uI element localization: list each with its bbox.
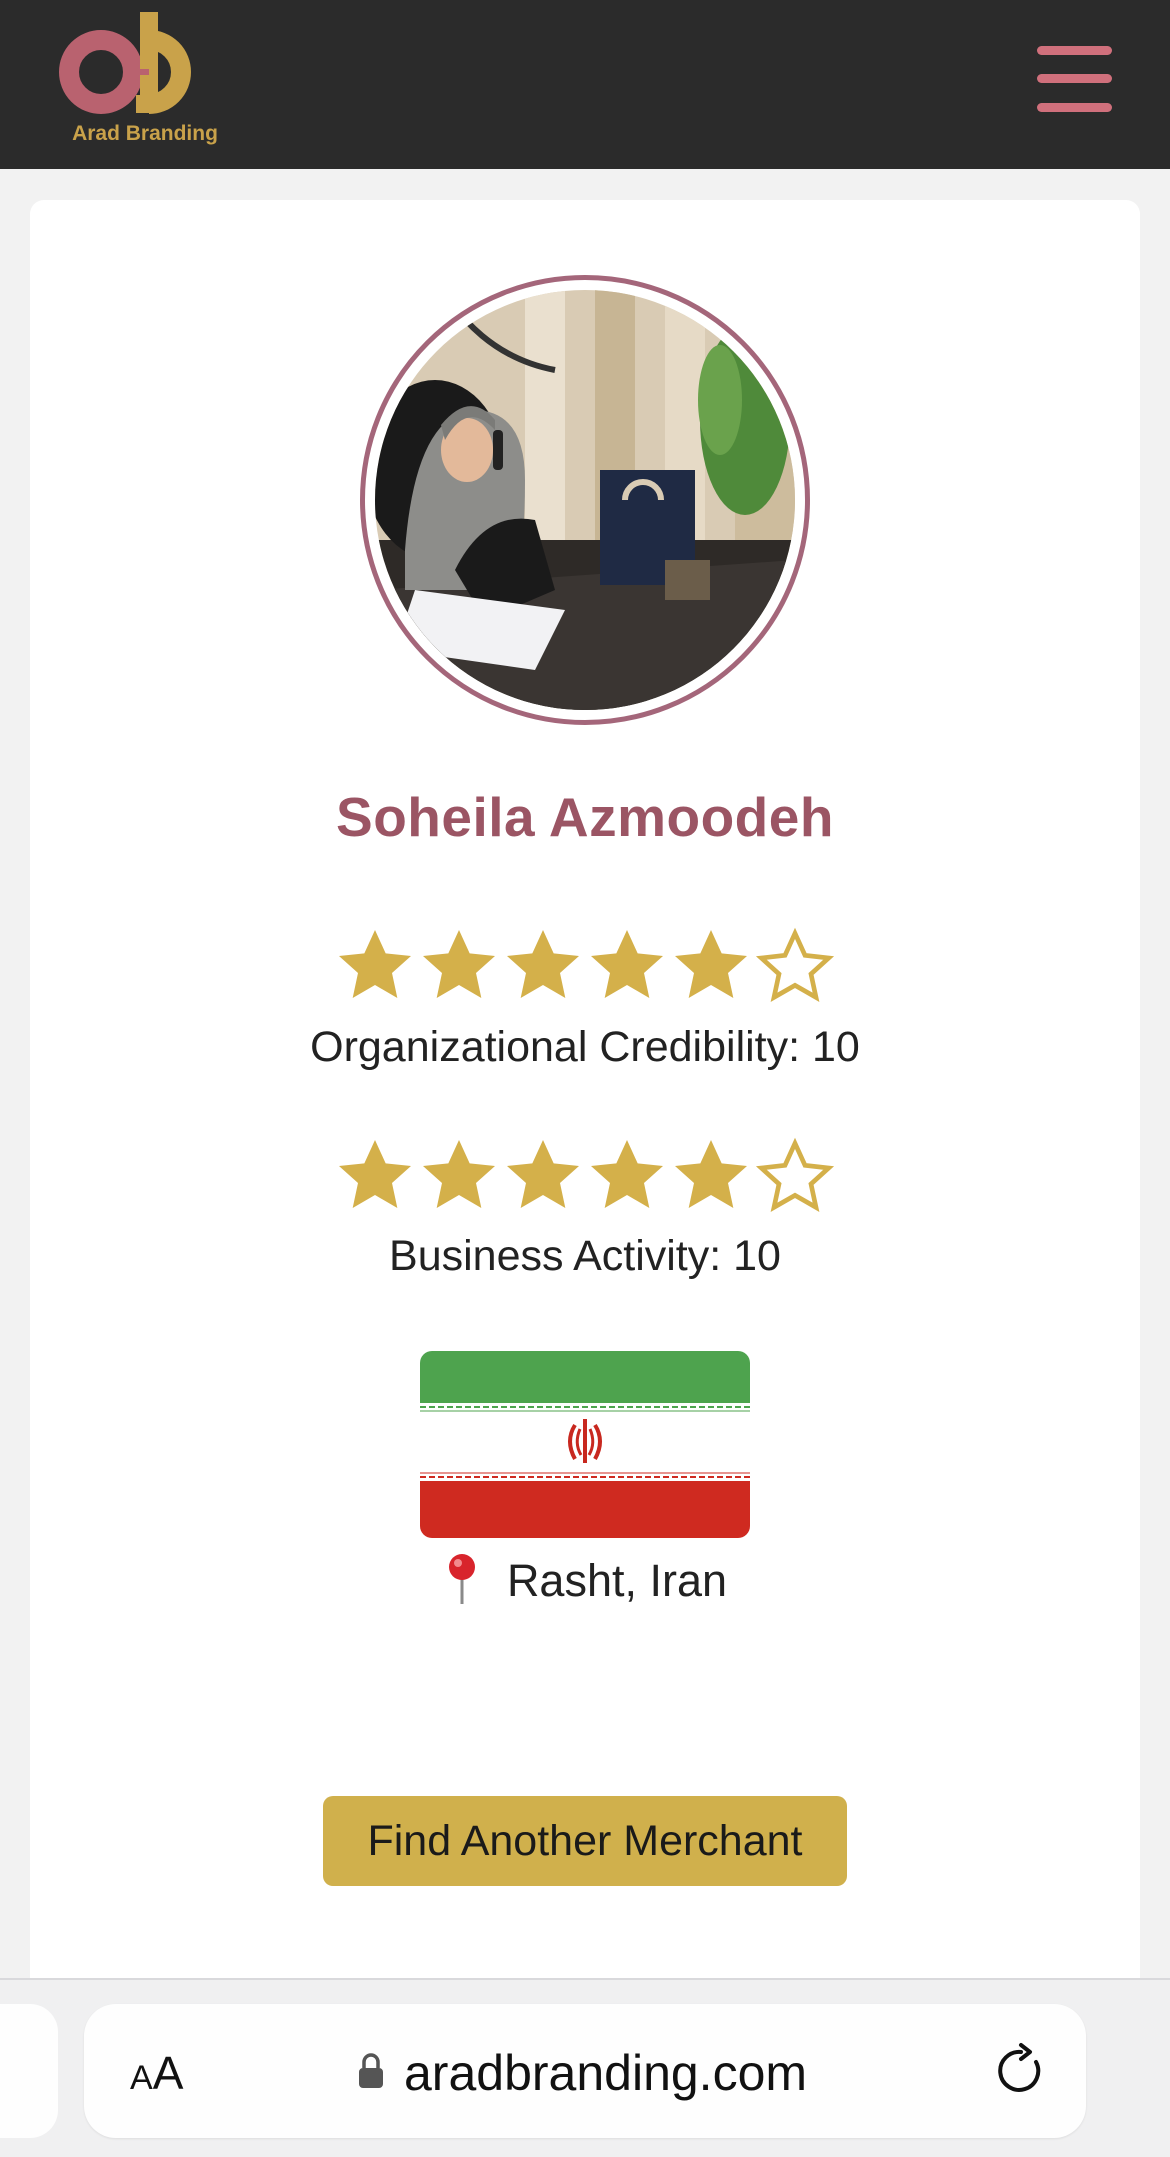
lock-icon xyxy=(359,2053,383,2088)
merchant-profile-card: Soheila Azmoodeh Organizational Credibil… xyxy=(30,200,1140,2000)
merchant-location: Rasht, Iran xyxy=(30,1552,1140,1607)
logo-text: Arad Branding xyxy=(72,122,218,145)
text-size-button[interactable]: AA xyxy=(130,2046,183,2100)
url-field[interactable]: AA aradbranding.com xyxy=(84,2004,1086,2138)
star-filled-icon xyxy=(423,1140,495,1208)
star-filled-icon xyxy=(423,930,495,998)
star-filled-icon xyxy=(507,1140,579,1208)
star-filled-icon xyxy=(339,930,411,998)
organizational-credibility-stars xyxy=(30,925,1140,1005)
iran-flag xyxy=(420,1351,750,1538)
star-filled-icon xyxy=(591,930,663,998)
flag-pattern-bottom xyxy=(420,1472,750,1478)
iran-emblem-icon xyxy=(568,1419,602,1463)
star-filled-icon xyxy=(339,1140,411,1208)
star-filled-icon xyxy=(591,1140,663,1208)
star-empty-icon xyxy=(755,1137,835,1212)
star-filled-icon xyxy=(675,1140,747,1208)
avatar xyxy=(360,275,810,725)
star-filled-icon xyxy=(507,930,579,998)
hamburger-menu-icon[interactable] xyxy=(1037,46,1112,112)
flag-pattern-top xyxy=(420,1406,750,1412)
organizational-credibility-label: Organizational Credibility: 10 xyxy=(310,1023,860,1071)
reload-icon[interactable] xyxy=(992,2042,1050,2100)
business-activity-stars xyxy=(30,1135,1140,1215)
star-empty-icon xyxy=(755,927,835,1002)
star-filled-icon xyxy=(675,930,747,998)
business-activity-label: Business Activity: 10 xyxy=(389,1232,781,1280)
merchant-name: Soheila Azmoodeh xyxy=(336,786,834,848)
location-text: Rasht, Iran xyxy=(506,1555,728,1606)
previous-tab-edge[interactable] xyxy=(0,2004,58,2138)
find-another-merchant-button[interactable]: Find Another Merchant xyxy=(323,1796,847,1886)
url-text: aradbranding.com xyxy=(404,2045,808,2101)
logo-mark-icon xyxy=(59,12,191,114)
browser-address-bar: AA aradbranding.com xyxy=(0,1978,1170,2157)
top-navigation-bar: Arad Branding xyxy=(0,0,1170,169)
arad-branding-logo[interactable]: Arad Branding xyxy=(56,6,226,152)
location-pin-icon xyxy=(448,1554,475,1604)
merchant-profile-photo xyxy=(375,290,795,710)
